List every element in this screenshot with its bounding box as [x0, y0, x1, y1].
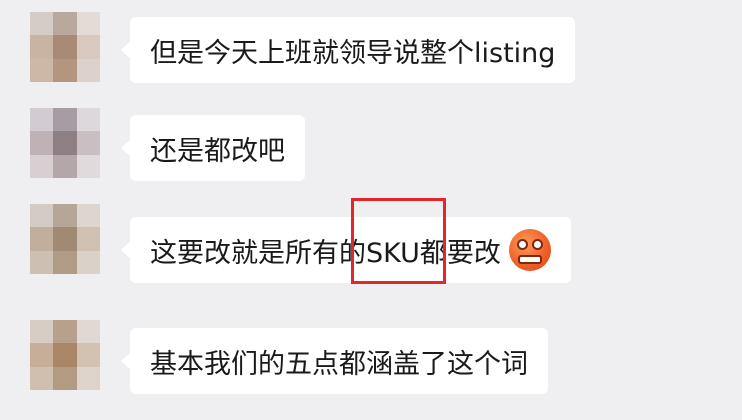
message-text: 这要改就是所有的SKU都要改 [150, 237, 501, 269]
message-bubble[interactable]: 这要改就是所有的SKU都要改 [121, 217, 571, 283]
avatar[interactable] [30, 320, 100, 390]
message-text: 基本我们的五点都涵盖了这个词 [150, 348, 528, 380]
message-bubble[interactable]: 但是今天上班就领导说整个listing [120, 17, 576, 83]
angry-face-icon [508, 229, 551, 271]
avatar[interactable] [30, 204, 100, 274]
avatar[interactable] [30, 12, 100, 82]
avatar[interactable] [30, 108, 100, 178]
message-bubble[interactable]: 基本我们的五点都涵盖了这个词 [121, 328, 548, 394]
message-text: 还是都改吧 [150, 135, 285, 167]
message-text: 但是今天上班就领导说整个listing [150, 37, 556, 69]
chat-area: 但是今天上班就领导说整个listing 还是都改吧 这要改就是所有的SKU都要改 [0, 0, 742, 420]
message-bubble[interactable]: 还是都改吧 [121, 115, 305, 181]
